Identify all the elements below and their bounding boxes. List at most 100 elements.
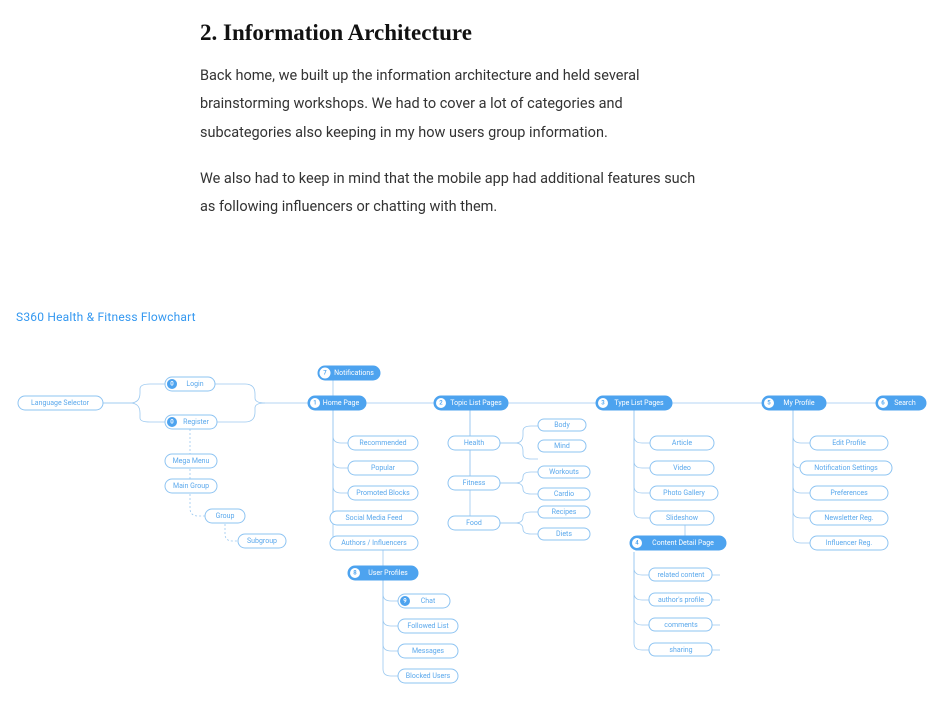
svg-text:related content: related content [658,571,706,579]
node-workouts: Workouts [538,466,590,478]
svg-text:Promoted Blocks: Promoted Blocks [356,489,410,497]
svg-text:Subgroup: Subgroup [247,537,277,545]
node-topic-list: 2 Topic List Pages [434,396,508,410]
node-mega-menu: Mega Menu [165,454,217,468]
svg-text:Health: Health [464,439,485,447]
svg-text:Article: Article [672,439,692,447]
node-related-content: related content [649,568,712,581]
node-popular: Popular [348,461,418,475]
svg-text:Type List Pages: Type List Pages [614,399,664,407]
svg-text:Workouts: Workouts [549,468,579,476]
flowchart-figure: S360 Health & Fitness Flowchart [0,310,940,710]
svg-text:0: 0 [170,419,174,426]
svg-text:Influencer Reg.: Influencer Reg. [826,539,873,547]
node-photo-gallery: Photo Gallery [650,486,718,500]
node-fitness: Fitness [448,476,500,490]
node-user-profiles: 8 User Profiles [348,566,418,580]
node-chat: 9 Chat [398,594,450,608]
svg-text:3: 3 [601,400,605,407]
svg-text:Recommended: Recommended [359,439,406,447]
svg-text:9: 9 [403,598,407,605]
node-sharing: sharing [649,643,712,656]
node-my-profile: 5 My Profile [762,396,826,410]
svg-text:Recipes: Recipes [552,508,577,516]
svg-text:author's profile: author's profile [658,596,704,604]
section-heading: 2. Information Architecture [200,20,740,46]
svg-text:2: 2 [439,400,443,407]
svg-text:Body: Body [554,421,570,429]
svg-text:Mind: Mind [554,442,570,450]
svg-text:Preferences: Preferences [830,489,868,497]
node-search: 6 Search [876,396,926,410]
svg-text:8: 8 [353,570,357,577]
svg-text:Notifications: Notifications [334,369,374,377]
node-content-detail: 4 Content Detail Page [630,536,726,550]
svg-text:Chat: Chat [421,597,436,605]
node-notifications: 7 Notifications [318,366,380,380]
svg-text:Photo Gallery: Photo Gallery [663,489,705,497]
node-slideshow: Slideshow [650,511,714,525]
svg-text:Video: Video [673,464,691,472]
node-notification-settings: Notification Settings [800,461,892,475]
node-promoted-blocks: Promoted Blocks [348,486,418,500]
node-edit-profile: Edit Profile [810,436,888,450]
node-food: Food [448,516,500,530]
node-main-group: Main Group [165,479,217,493]
svg-text:Newsletter Reg.: Newsletter Reg. [824,514,873,522]
node-subgroup: Subgroup [238,534,286,548]
node-preferences: Preferences [810,486,888,500]
svg-text:7: 7 [323,370,327,377]
node-group: Group [205,509,245,523]
svg-text:4: 4 [635,540,639,547]
section-paragraph-2: We also had to keep in mind that the mob… [200,165,710,222]
svg-text:Language Selector: Language Selector [31,399,90,407]
svg-text:Followed List: Followed List [407,622,449,630]
node-body: Body [538,419,586,431]
section-paragraph-1: Back home, we built up the information a… [200,62,710,147]
svg-text:Search: Search [894,399,916,407]
svg-text:0: 0 [170,381,174,388]
svg-text:sharing: sharing [669,646,692,654]
svg-text:Social Media Feed: Social Media Feed [346,514,403,522]
svg-text:Messages: Messages [412,647,444,655]
svg-text:Diets: Diets [556,530,572,538]
svg-text:User Profiles: User Profiles [368,569,408,577]
svg-text:Home Page: Home Page [323,399,360,407]
node-home-page: 1 Home Page [308,396,366,410]
svg-text:Slideshow: Slideshow [666,514,699,522]
svg-text:Blocked Users: Blocked Users [406,672,451,680]
node-newsletter-reg: Newsletter Reg. [810,511,888,525]
node-followed-list: Followed List [398,619,458,633]
svg-text:Notification Settings: Notification Settings [814,464,878,472]
flowchart-svg: Language Selector 0 Login 0 Register Meg… [0,336,940,706]
node-language-selector: Language Selector [18,396,103,410]
svg-text:Food: Food [466,519,482,527]
node-video: Video [650,461,714,475]
svg-text:Mega Menu: Mega Menu [173,457,210,465]
node-article: Article [650,436,714,450]
node-mind: Mind [538,440,586,452]
node-login: 0 Login [165,377,215,391]
svg-text:Authors / Influencers: Authors / Influencers [341,539,407,547]
svg-text:My Profile: My Profile [783,399,814,407]
node-comments: comments [649,618,712,631]
svg-text:Group: Group [216,512,235,520]
svg-text:Cardio: Cardio [554,490,574,498]
node-diets: Diets [538,528,590,540]
svg-text:1: 1 [313,400,316,407]
node-recommended: Recommended [348,436,418,450]
node-health: Health [448,436,500,450]
svg-text:comments: comments [664,621,698,629]
svg-text:Content Detail Page: Content Detail Page [652,539,714,547]
node-recipes: Recipes [538,506,590,518]
svg-text:Popular: Popular [371,464,396,472]
node-type-list: 3 Type List Pages [596,396,672,410]
svg-text:Login: Login [186,380,203,388]
node-cardio: Cardio [538,488,590,500]
svg-text:Edit Profile: Edit Profile [832,439,866,447]
node-authors-profile: author's profile [649,593,712,606]
svg-text:Topic List Pages: Topic List Pages [450,399,502,407]
svg-text:Fitness: Fitness [463,479,486,487]
node-influencer-reg: Influencer Reg. [810,536,888,550]
svg-text:5: 5 [767,400,771,407]
